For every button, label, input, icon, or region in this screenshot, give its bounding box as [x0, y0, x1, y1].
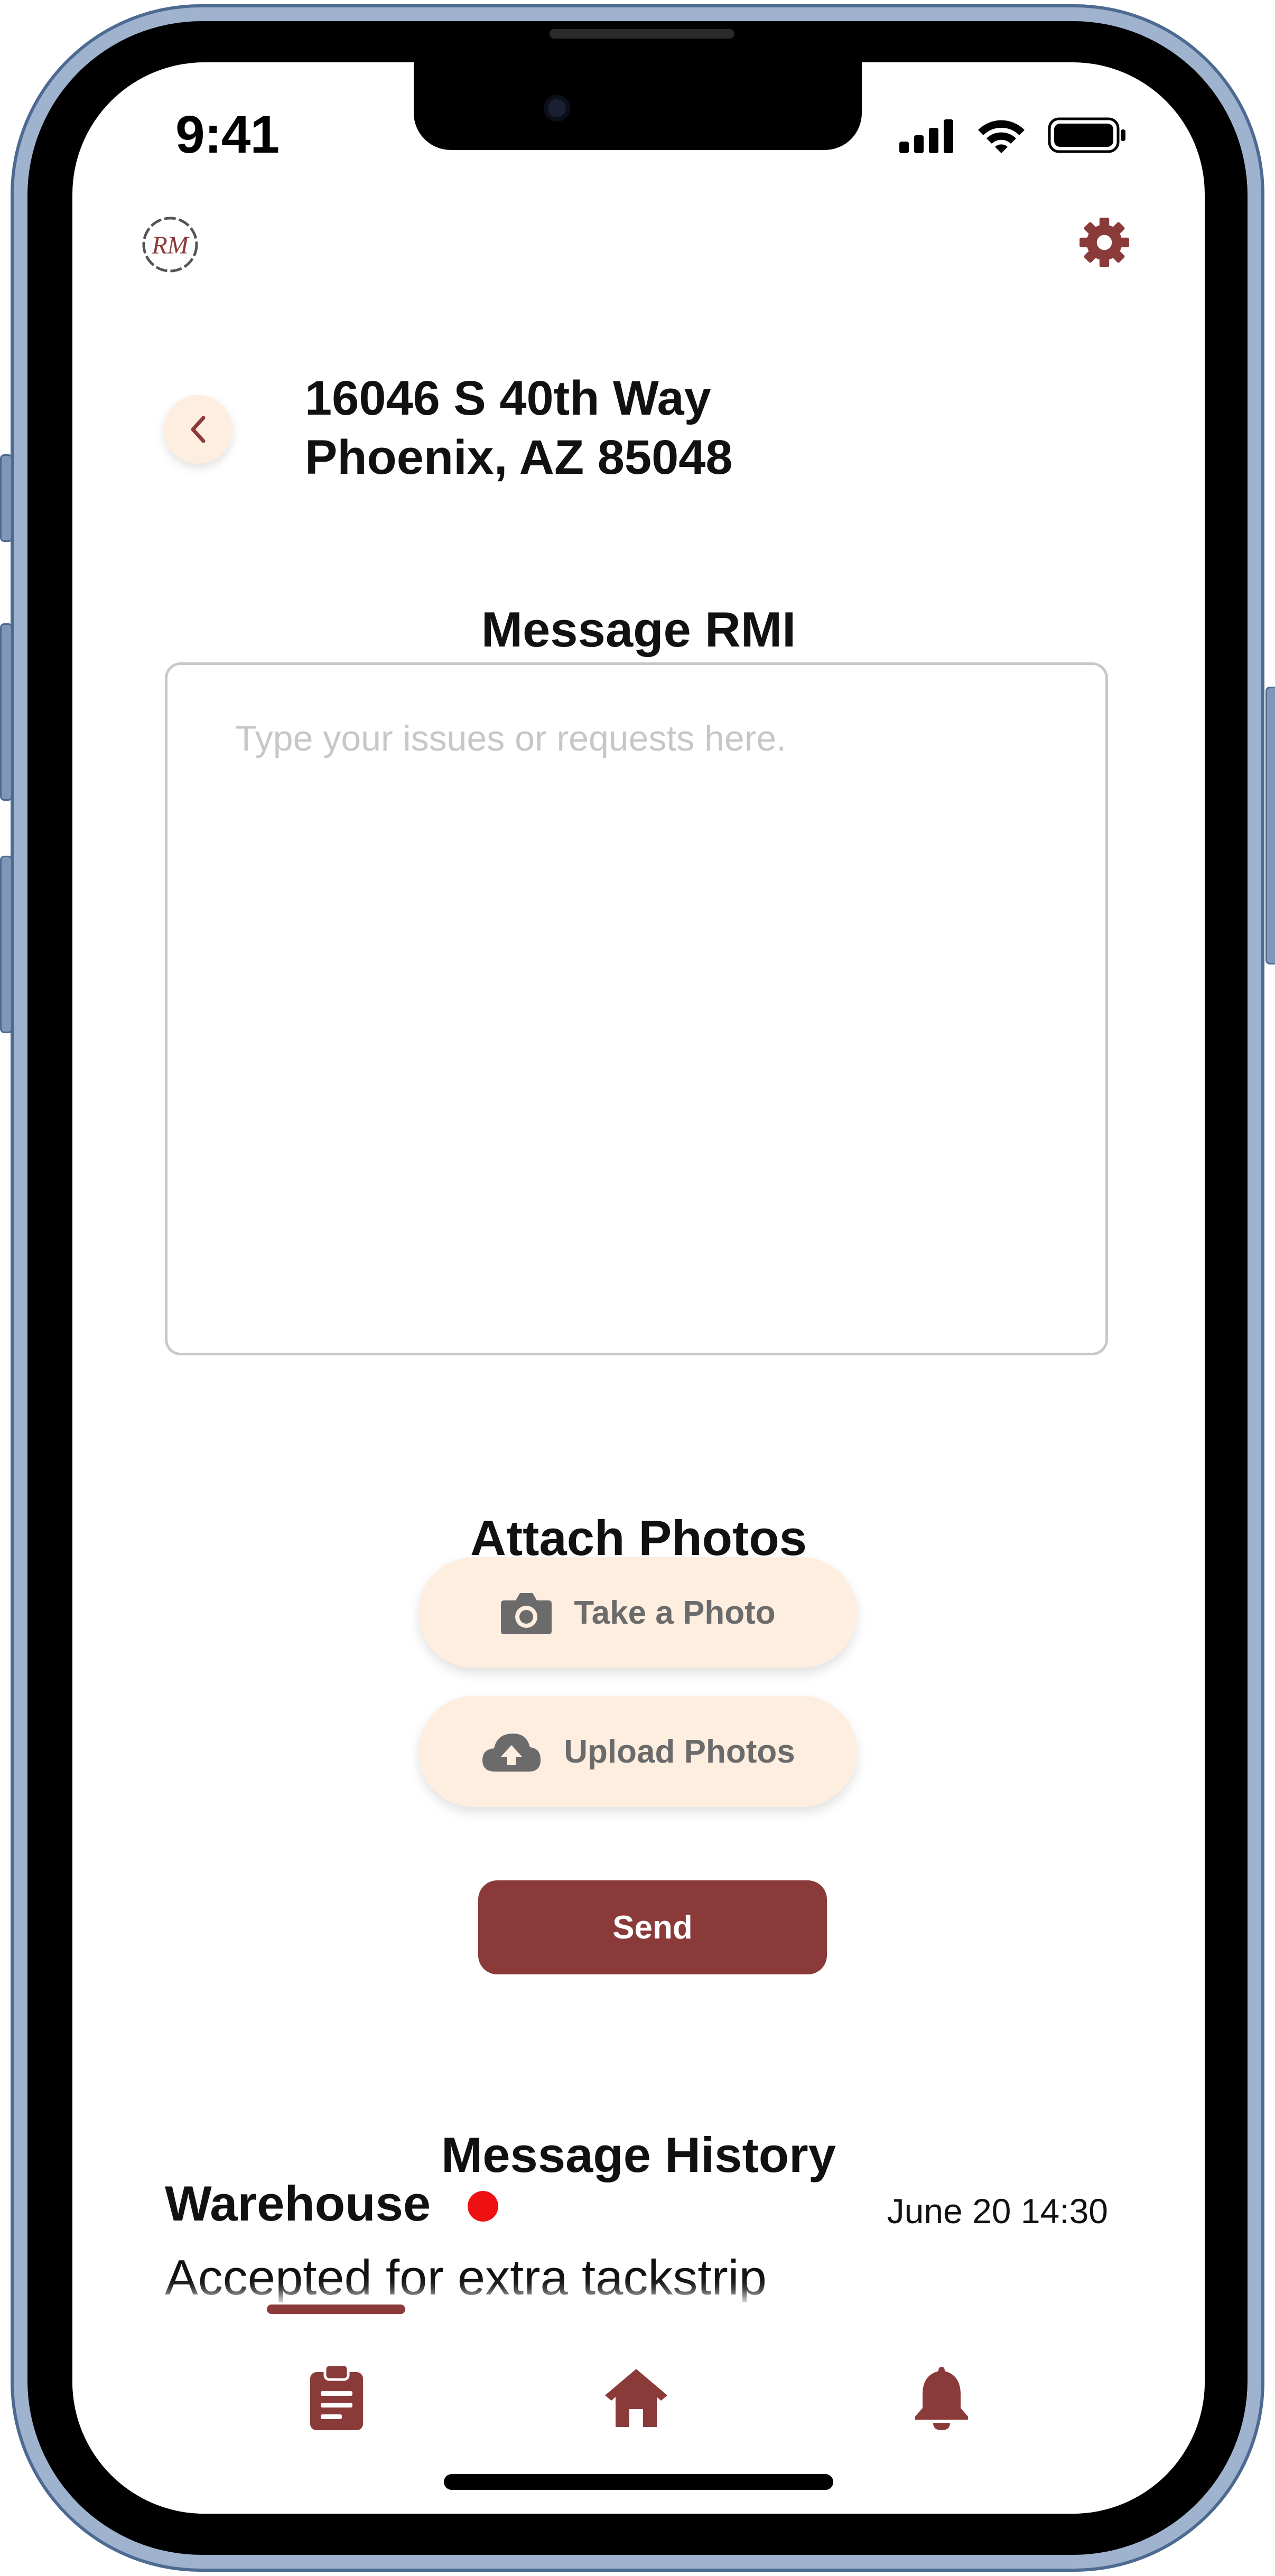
bell-icon[interactable] — [910, 2363, 973, 2431]
side-button — [1265, 687, 1275, 964]
back-button[interactable] — [164, 395, 232, 464]
take-photo-button[interactable]: Take a Photo — [418, 1557, 857, 1668]
unread-indicator — [468, 2191, 498, 2222]
history-date: June 20 14:30 — [887, 2191, 1108, 2231]
chevron-left-icon — [191, 416, 206, 443]
cellular-signal-icon — [899, 119, 953, 153]
history-message-text: Accepted for extra tackstrip — [165, 2250, 767, 2305]
take-photo-label: Take a Photo — [574, 1594, 776, 1631]
clipboard-icon[interactable] — [305, 2363, 368, 2431]
notch — [414, 62, 862, 150]
side-button — [0, 856, 13, 1033]
address-line1: 16046 S 40th Way — [305, 371, 711, 425]
front-camera — [544, 95, 570, 121]
wifi-icon — [978, 120, 1025, 153]
battery-icon — [1048, 117, 1125, 153]
camera-icon — [501, 1593, 552, 1634]
cloud-upload-icon — [482, 1734, 541, 1772]
home-icon[interactable] — [602, 2363, 671, 2431]
status-icons — [899, 116, 1127, 153]
settings-gear-icon[interactable] — [1077, 216, 1131, 269]
address-line2: Phoenix, AZ 85048 — [305, 430, 733, 484]
active-tab-indicator — [267, 2305, 405, 2314]
company-logo: RM — [142, 217, 198, 273]
upload-photos-button[interactable]: Upload Photos — [418, 1696, 857, 1807]
home-indicator — [444, 2474, 833, 2490]
send-button[interactable]: Send — [478, 1880, 827, 1974]
status-time: 9:41 — [175, 105, 280, 164]
upload-photos-label: Upload Photos — [564, 1733, 795, 1770]
side-button — [0, 454, 13, 542]
svg-text:RM: RM — [151, 231, 190, 259]
app-screen: 9:41 RM 16046 S 40th Way Phoenix, AZ 850… — [72, 62, 1205, 2514]
message-input[interactable] — [165, 662, 1108, 1355]
speaker-grille — [550, 29, 734, 39]
history-sender: Warehouse — [165, 2176, 431, 2231]
property-address: 16046 S 40th Way Phoenix, AZ 85048 — [305, 369, 733, 487]
message-title: Message RMI — [481, 602, 796, 657]
side-button — [0, 623, 13, 801]
